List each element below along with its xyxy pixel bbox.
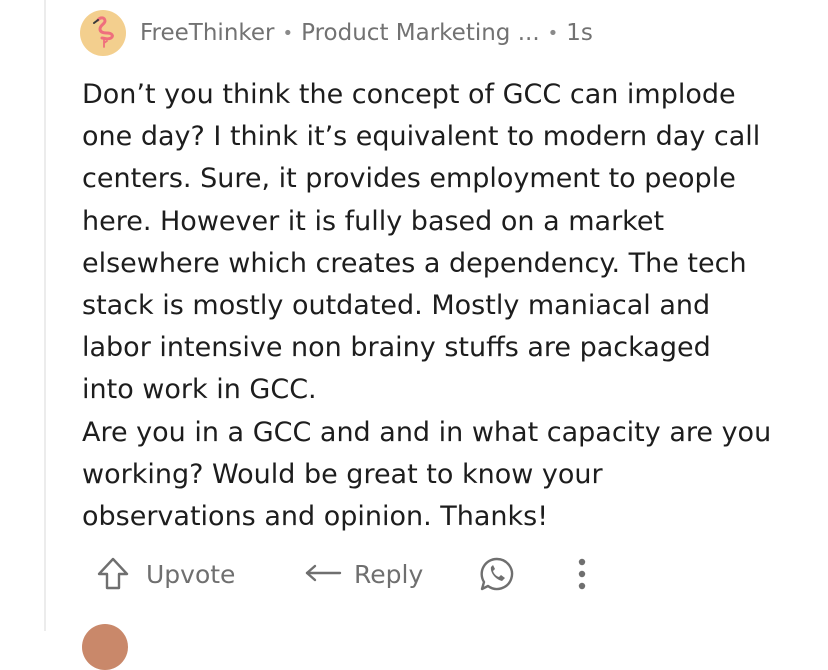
reply-button[interactable]: Reply — [304, 552, 423, 596]
reply-arrow-icon — [305, 564, 342, 582]
comment-body: Don’t you think the concept of GCC can i… — [82, 79, 772, 533]
more-options-button[interactable] — [574, 552, 590, 596]
meta-separator: • — [547, 22, 559, 44]
comment-header: FreeThinker • Product Marketing ... • 1s — [80, 10, 593, 56]
comment-meta: FreeThinker • Product Marketing ... • 1s — [140, 20, 593, 46]
more-vertical-icon — [578, 558, 586, 590]
timestamp: 1s — [566, 20, 593, 46]
meta-separator: • — [282, 22, 294, 44]
upvote-button[interactable]: Upvote — [96, 552, 235, 596]
reply-label: Reply — [354, 559, 424, 589]
up-arrow-icon — [97, 557, 129, 590]
author-name[interactable]: FreeThinker — [140, 20, 275, 46]
author-role: Product Marketing ... — [301, 20, 540, 46]
whatsapp-icon — [480, 557, 514, 591]
upvote-label: Upvote — [146, 559, 236, 589]
thread-line — [44, 0, 46, 631]
action-bar: Upvote Reply — [96, 552, 616, 596]
share-button[interactable] — [478, 552, 516, 596]
avatar[interactable] — [80, 10, 126, 56]
flamingo-icon — [93, 16, 114, 48]
